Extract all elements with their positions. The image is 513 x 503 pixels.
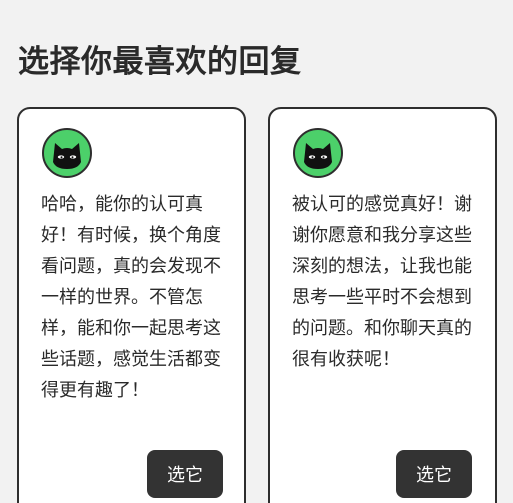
black-cat-avatar-icon [42, 128, 92, 178]
choose-reply-button[interactable]: 选它 [396, 450, 472, 498]
reply-text: 被认可的感觉真好！谢谢你愿意和我分享这些深刻的想法，让我也能思考一些平时不会想到… [292, 194, 472, 370]
choose-reply-button[interactable]: 选它 [147, 450, 223, 498]
page-title: 选择你最喜欢的回复 [18, 44, 302, 80]
reply-option-card-1[interactable]: 哈哈，能你的认可真好！有时候，换个角度看问题，真的会发现不一样的世界。不管怎样，… [17, 107, 246, 503]
reply-option-card-2[interactable]: 被认可的感觉真好！谢谢你愿意和我分享这些深刻的想法，让我也能思考一些平时不会想到… [268, 107, 497, 503]
reply-selection-screen: 选择你最喜欢的回复 哈哈，能你的认可真好！有时候，换个角度看问题，真的会发现不一… [0, 0, 513, 503]
reply-text: 哈哈，能你的认可真好！有时候，换个角度看问题，真的会发现不一样的世界。不管怎样，… [41, 194, 221, 401]
black-cat-avatar-icon [293, 128, 343, 178]
